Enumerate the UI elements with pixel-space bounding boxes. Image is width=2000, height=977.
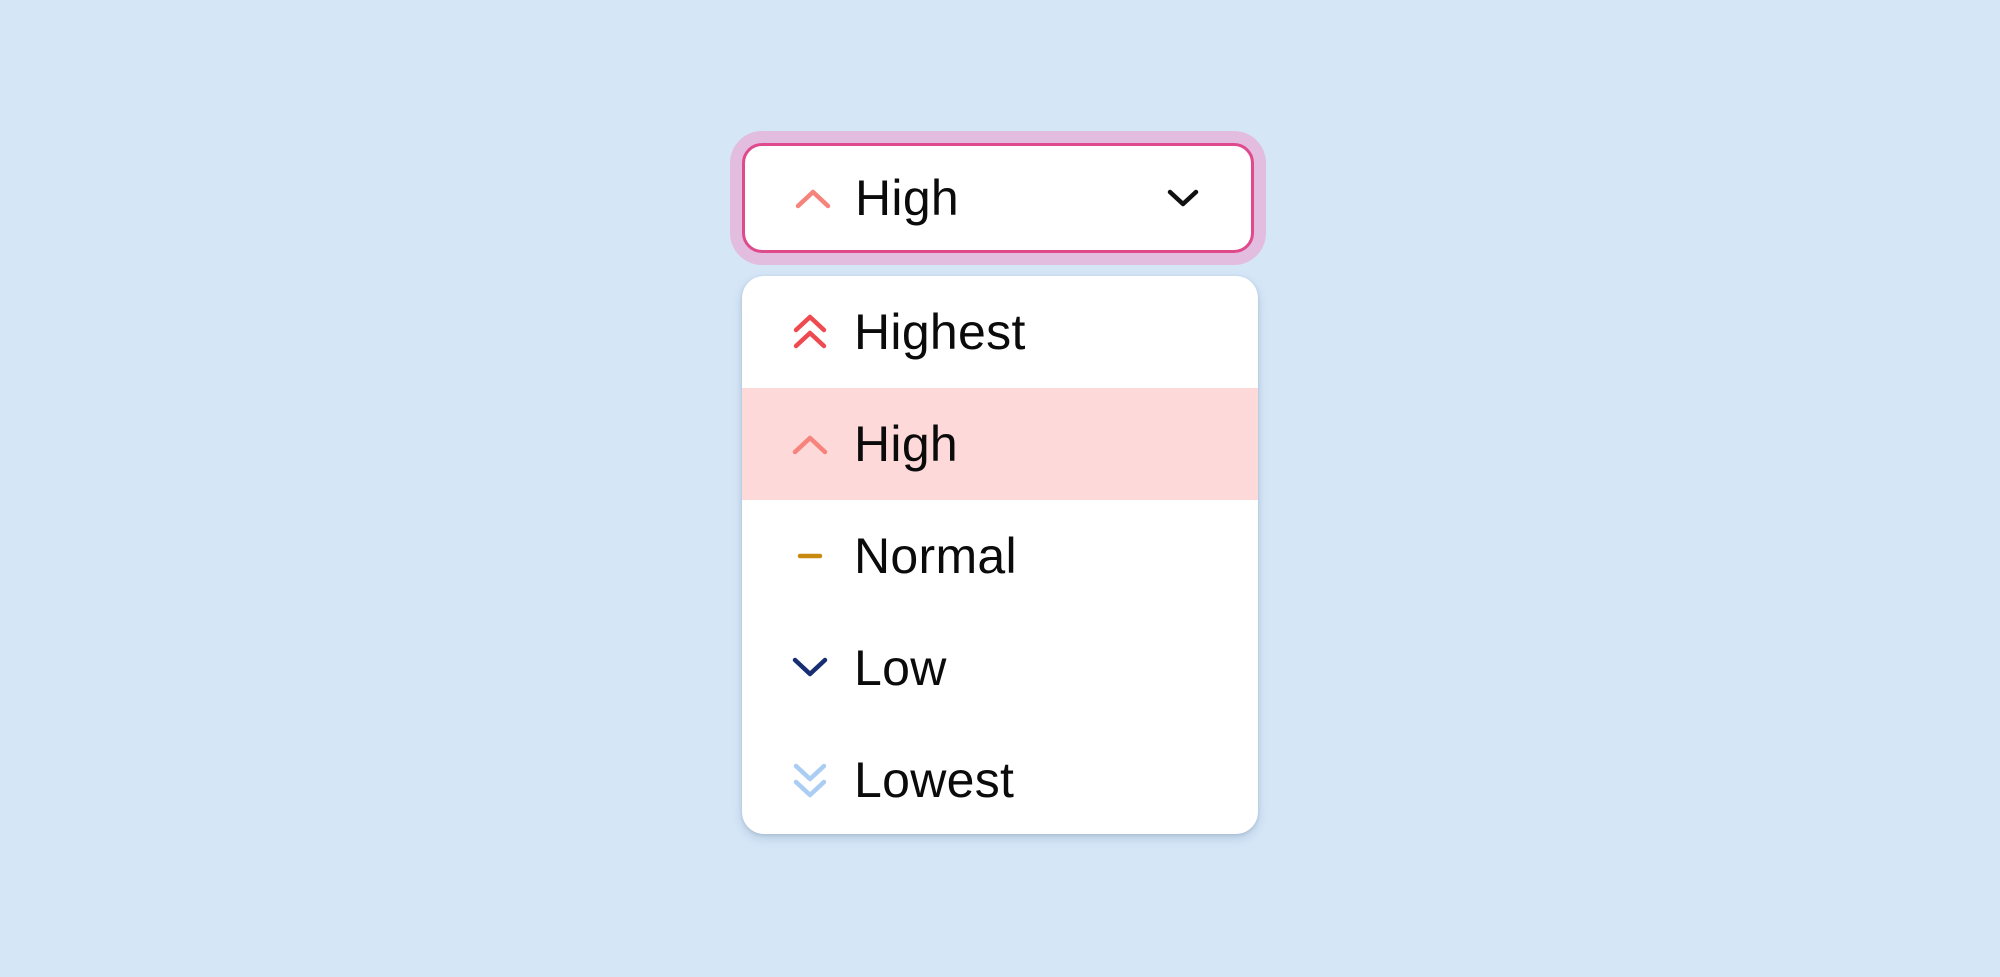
chevron-down-icon xyxy=(792,644,828,692)
option-low[interactable]: Low xyxy=(742,612,1258,724)
selected-value: High xyxy=(855,170,960,226)
option-label: Lowest xyxy=(854,752,1015,808)
option-lowest[interactable]: Lowest xyxy=(742,724,1258,834)
option-label: Low xyxy=(854,640,947,696)
option-label: Highest xyxy=(854,304,1026,360)
priority-menu: Highest High Normal Low Lowest xyxy=(742,276,1258,834)
option-normal[interactable]: Normal xyxy=(742,500,1258,612)
option-highest[interactable]: Highest xyxy=(742,276,1258,388)
option-label: Normal xyxy=(854,528,1017,584)
chevron-up-icon xyxy=(792,420,828,468)
double-chevron-up-icon xyxy=(792,308,828,356)
priority-select[interactable]: High xyxy=(742,143,1254,253)
chevron-up-icon xyxy=(795,180,831,216)
chevron-down-icon[interactable] xyxy=(1165,180,1201,216)
double-chevron-down-icon xyxy=(792,756,828,804)
dash-icon xyxy=(792,532,828,580)
option-high[interactable]: High xyxy=(742,388,1258,500)
option-label: High xyxy=(854,416,959,472)
